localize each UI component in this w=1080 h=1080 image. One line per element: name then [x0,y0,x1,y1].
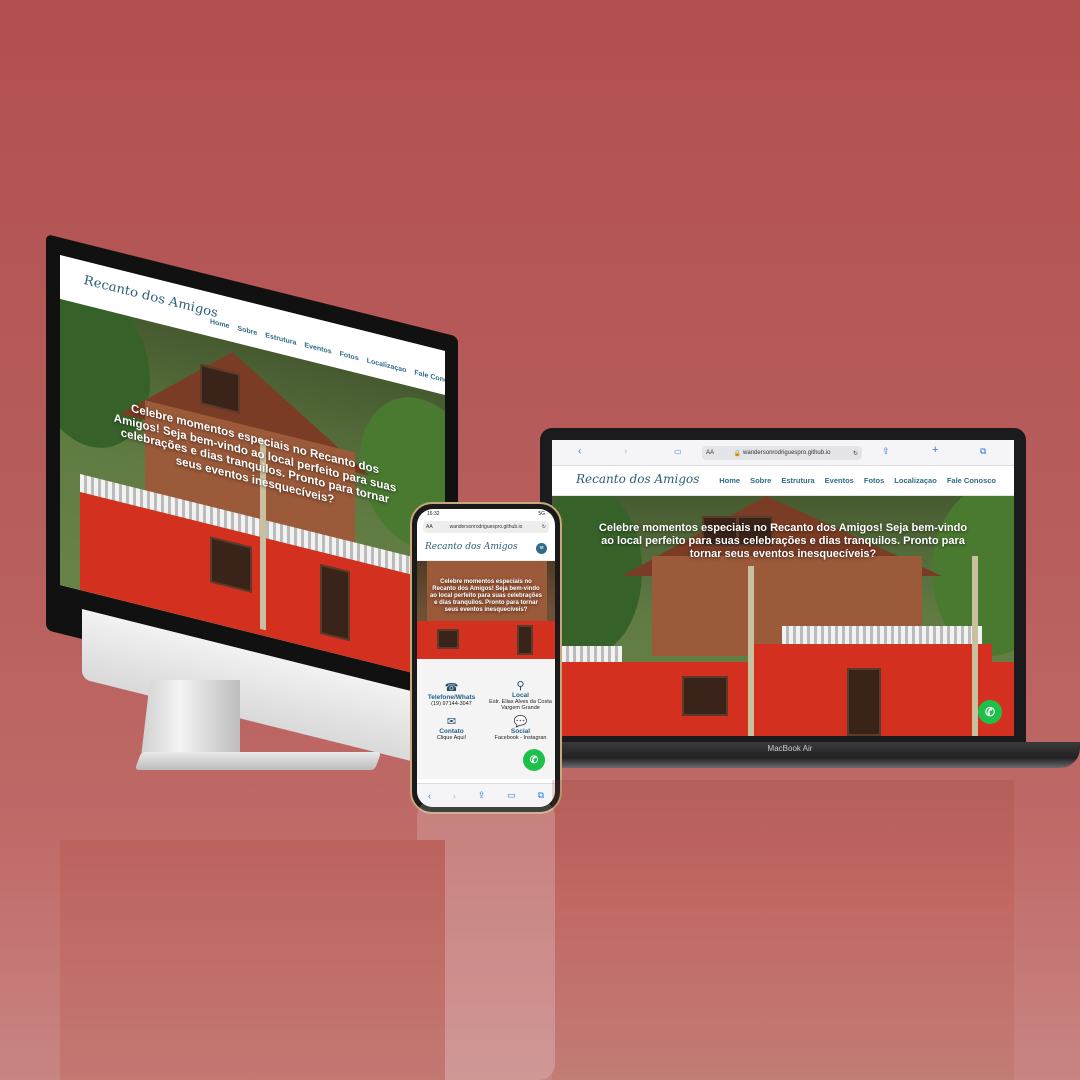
nav-sobre[interactable]: Sobre [750,476,771,485]
phone-value: (19) 97144-3047 [431,701,472,707]
social-title: Social [510,728,531,735]
macbook-site-header: Recanto dos Amigos Home Sobre Estrutura … [552,466,1014,496]
tabs-icon[interactable]: ⧉ [980,446,986,457]
hero-headline: Celebre momentos especiais no Recanto do… [429,579,543,614]
map-pin-icon: ⚲ [516,680,525,692]
hamburger-menu-icon[interactable]: ≡ [536,543,547,554]
site-logo[interactable]: Recanto dos Amigos [425,542,518,552]
nav-estrutura[interactable]: Estrutura [781,476,814,485]
contact-phone[interactable]: ☎ Telefone/Whats (19) 97144-3047 [417,681,486,707]
nav-home[interactable]: Home [719,476,740,485]
nav-fotos[interactable]: Fotos [340,351,359,363]
text-size-button[interactable]: AA [426,524,433,530]
envelope-icon: ✉ [446,716,457,728]
phone-address-bar[interactable]: AA wandersonrodriguespro.github.io ↻ [423,521,549,533]
address-url: wandersonrodriguespro.github.io [743,450,831,456]
status-time: 16:32 [427,511,440,517]
nav-fale-conosco[interactable]: Fale Conosco [414,369,445,387]
status-bar: 16:32 5G [417,509,555,519]
phone-title: Telefone/Whats [427,694,476,701]
iphone-screen: 16:32 5G AA wandersonrodriguespro.github… [417,509,555,807]
phone-site-header: Recanto dos Amigos ≡ [417,537,555,561]
contact-contato[interactable]: ✉ Contato Clique Aqui! [417,715,486,741]
nav-estrutura[interactable]: Estrutura [265,332,296,347]
contato-value[interactable]: Clique Aqui! [417,735,486,741]
whatsapp-button[interactable]: ✆ [523,749,545,771]
macbook-screen: ‹ › ▭ AA 🔒 wandersonrodriguespro.github.… [552,440,1014,736]
contact-local[interactable]: ⚲ Local Estr. Elias Alves da Costa Varge… [486,679,555,711]
status-signal: 5G [538,511,545,517]
forward-icon[interactable]: › [624,446,627,457]
macbook-brand-label: MacBook Air [767,744,813,753]
nav-eventos[interactable]: Eventos [825,476,854,485]
whatsapp-button[interactable]: ✆ [978,700,1002,724]
nav-fale-conosco[interactable]: Fale Conosco [947,476,996,485]
local-value: Estr. Elias Alves da Costa Vargem Grande [489,699,552,711]
local-title: Local [512,692,529,699]
back-icon[interactable]: ‹ [578,446,581,457]
whatsapp-icon: ✆ [984,705,996,719]
address-bar[interactable]: AA 🔒 wandersonrodriguespro.github.io ↻ [702,446,862,460]
macbook-hero: Celebre momentos especiais no Recanto do… [552,496,1014,736]
nav-sobre[interactable]: Sobre [237,325,257,337]
nav-eventos[interactable]: Eventos [304,342,331,356]
chat-bubble-icon: 💬 [513,716,528,728]
nav-home[interactable]: Home [210,318,229,330]
reload-icon[interactable]: ↻ [853,450,858,457]
nav-localizacao[interactable]: Localizaçao [894,476,937,485]
phone-hero: Celebre momentos especiais no Recanto do… [417,561,555,659]
reload-icon[interactable]: ↻ [542,524,546,530]
contact-social[interactable]: 💬 Social Facebook - Instagran [486,715,555,741]
nav-fotos[interactable]: Fotos [864,476,884,485]
social-value: Facebook - Instagran [494,735,547,741]
floor-reflection [0,780,1080,1080]
text-size-button[interactable]: AA [706,450,714,456]
lock-icon: 🔒 [733,450,742,457]
site-logo[interactable]: Recanto dos Amigos [576,472,699,486]
whatsapp-icon: ✆ [529,754,539,766]
contato-title: Contato [439,728,464,735]
share-icon[interactable]: ⇪ [882,446,890,457]
browser-toolbar: ‹ › ▭ AA 🔒 wandersonrodriguespro.github.… [552,440,1014,466]
telephone-icon: ☎ [444,682,459,694]
address-url: wandersonrodriguespro.github.io [449,524,523,530]
macbook-nav: Home Sobre Estrutura Eventos Fotos Local… [719,476,996,485]
reader-icon[interactable]: ▭ [674,447,682,456]
new-tab-icon[interactable]: + [932,444,938,456]
nav-localizacao[interactable]: Localizaçao [367,357,407,374]
hero-headline: Celebre momentos especiais no Recanto do… [598,522,968,560]
imac-foot [134,752,382,770]
